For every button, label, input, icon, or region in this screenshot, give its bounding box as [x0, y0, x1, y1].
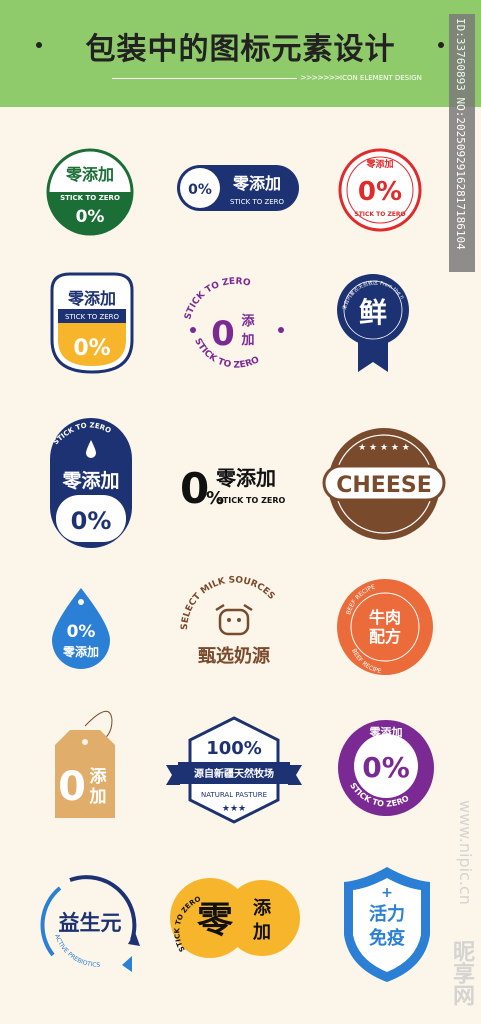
badge4-pct: 0%: [73, 336, 110, 361]
badge17-jia: 加: [252, 922, 271, 943]
badge-milk-source: SELECT MILK SOURCES 甄选奶源: [180, 575, 276, 667]
badge8-zero: 0: [180, 464, 209, 513]
badge5-jia: 加: [240, 333, 254, 348]
badge-zero-pill: 0% 零添加 STICK TO ZERO: [177, 165, 299, 211]
badge17-tian: 添: [253, 897, 272, 919]
badge2-sub: STICK TO ZERO: [230, 198, 285, 206]
badge13-zero: 0: [58, 764, 86, 810]
badge13-jia: 加: [89, 787, 107, 807]
badge18-line1: 活力: [369, 903, 405, 925]
plus-icon: +: [381, 885, 393, 901]
badge9-main: CHEESE: [336, 473, 432, 498]
badge14-sub: NATURAL PASTURE: [201, 791, 267, 799]
svg-text:ACTIVE PREBIOTICS: ACTIVE PREBIOTICS: [53, 933, 100, 968]
badge4-top: 零添加: [67, 289, 116, 308]
badge-zero-text: 0 % 零添加 STICK TO ZERO: [180, 464, 286, 513]
badge10-main: 零添加: [62, 644, 99, 659]
badge3-top: 零添加: [365, 158, 393, 170]
badge1-mid: STICK TO ZERO: [60, 194, 120, 202]
badge10-pct: 0%: [67, 622, 96, 642]
star-icon: ★ ★ ★ ★ ★: [358, 443, 410, 453]
badge-beef-recipe: BEEF RECIPE 牛肉 配方 BEEF RECIPE: [337, 579, 433, 675]
badge14-stars: ★★★: [222, 804, 246, 814]
badge16-main: 益生元: [59, 911, 122, 935]
badge-natural-pasture: 100% 源自新疆天然牧场 NATURAL PASTURE ★★★: [166, 716, 302, 824]
badge4-mid: STICK TO ZERO: [65, 313, 120, 321]
badge12-line1: 牛肉: [369, 608, 401, 627]
badge11-main: 甄选奶源: [198, 645, 270, 667]
badge-zero-red: 零添加 0% STICK TO ZERO: [338, 148, 422, 232]
badge13-tian: 添: [90, 766, 108, 787]
badge5-zero: 0: [211, 314, 235, 354]
badge5-tian: 添: [241, 313, 255, 329]
badge15-top: 零添加: [369, 725, 403, 739]
badge12-line2: 配方: [369, 627, 401, 646]
badge18-line2: 免疫: [369, 927, 405, 949]
badge16-arc: ACTIVE PREBIOTICS: [53, 933, 100, 968]
badge6-main: 鲜: [359, 296, 387, 329]
watermark-brand: 昵享网: [449, 940, 474, 1006]
badge6-arc: 来自内蒙古天然牧区 From the natural pastoral area…: [0, 0, 405, 310]
badge7-pct: 0%: [71, 507, 112, 535]
badge17-ling: 零: [197, 900, 234, 941]
badge-zero-purple-ring: STICK TO ZERO 0 添 加 STICK TO ZERO: [183, 277, 284, 371]
badge3-pct: 0%: [358, 177, 402, 207]
badges-canvas: 零添加 STICK TO ZERO 0% 0% 零添加 STICK TO ZER…: [0, 0, 446, 982]
badge8-sub: STICK TO ZERO: [217, 496, 286, 505]
badge8-main: 零添加: [215, 466, 276, 490]
badge-zero-purple: 零添加 0% STICK TO ZERO: [338, 720, 434, 816]
badge1-top: 零添加: [65, 165, 114, 184]
svg-text:来自内蒙古天然牧区 From the natural pas: 来自内蒙古天然牧区 From the natural pastoral area…: [0, 0, 405, 310]
arrow-icon: [122, 956, 132, 972]
badge-prebiotics: 益生元 ACTIVE PREBIOTICS: [40, 875, 140, 972]
badge11-arc: SELECT MILK SOURCES: [180, 575, 276, 630]
svg-text:SELECT MILK SOURCES: SELECT MILK SOURCES: [180, 575, 276, 630]
badge-zero-capsule: STICK TO ZERO 零添加 0%: [50, 418, 132, 548]
badge-zero-shield: 零添加 STICK TO ZERO 0%: [50, 272, 134, 374]
badge2-pct: 0%: [188, 182, 212, 198]
badge-zero-green: 零添加 STICK TO ZERO 0%: [46, 148, 134, 236]
badge14-pct: 100%: [206, 738, 262, 759]
badge-zero-drop: 0% 零添加: [52, 588, 110, 669]
badge3-sub: STICK TO ZERO: [354, 211, 405, 218]
badge-immunity-shield: + 活力 免疫: [344, 867, 430, 982]
badge15-pct: 0%: [362, 751, 410, 784]
badge-zero-tag: 0 添 加: [55, 710, 115, 818]
badge14-ribbon: 源自新疆天然牧场: [194, 767, 274, 780]
badge7-main: 零添加: [61, 469, 119, 492]
cow-icon: [215, 603, 253, 636]
badge1-pct: 0%: [76, 207, 105, 227]
badge-zero-yellow: STICK TO ZERO 零 添 加: [170, 878, 300, 958]
badge-cheese: ★ ★ ★ ★ ★ CHEESE: [322, 428, 446, 540]
watermark-url: www.nipic.cn: [456, 800, 475, 905]
badge2-main: 零添加: [232, 174, 281, 193]
